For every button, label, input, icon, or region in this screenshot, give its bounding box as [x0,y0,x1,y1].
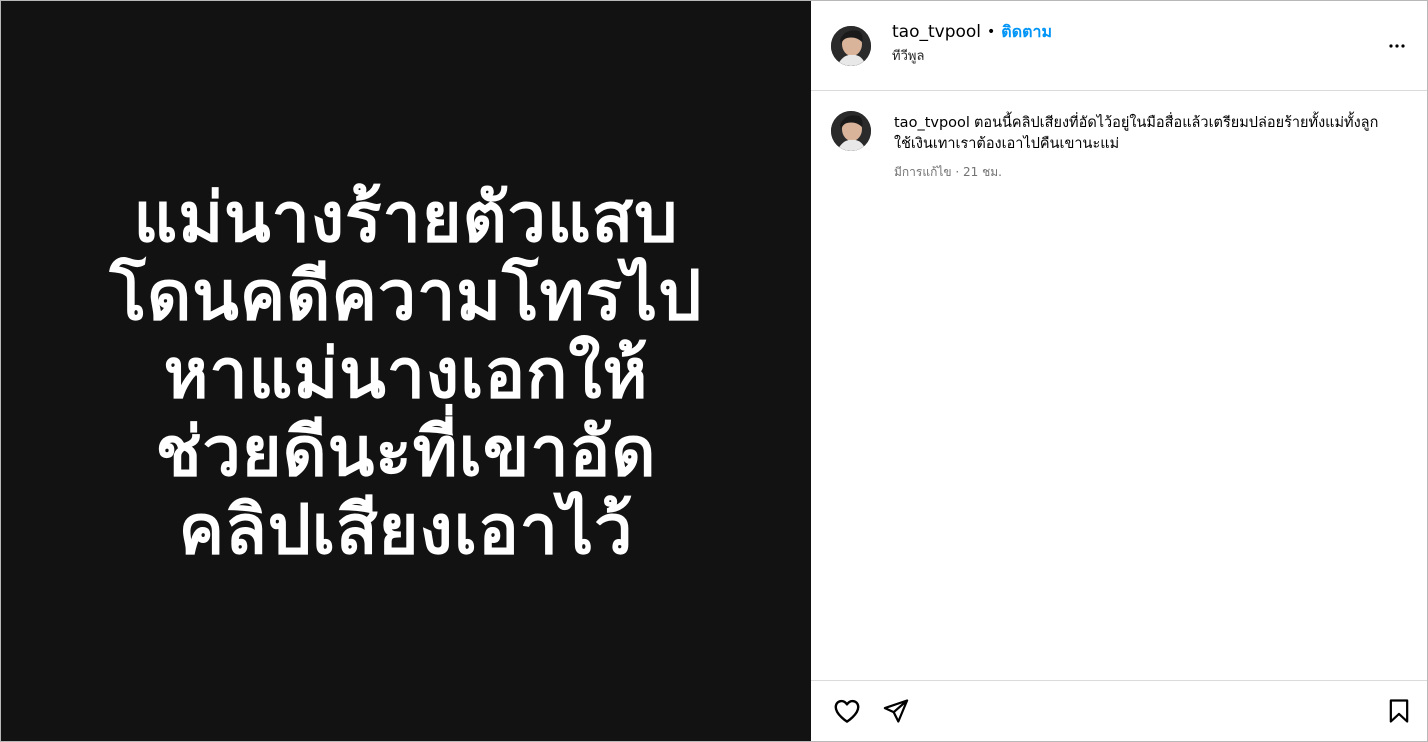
share-button[interactable] [880,695,912,727]
header-info: tao_tvpool • ติดตาม ทีวีพูล [892,21,1052,66]
post-viewer: แม่นางร้ายตัวแสบ โดนคดีความโทรไป หาแม่นา… [0,0,1428,742]
more-options-button[interactable] [1385,34,1409,58]
media-text-line: โดนคดีความโทรไป [109,257,703,336]
caption: tao_tvpool ตอนนี้คลิปเสียงที่อัดไว้อยู่ใน… [831,111,1409,182]
media-text-line: คลิปเสียงเอาไว้ [178,491,634,570]
media-text-line: แม่นางร้ายตัวแสบ [133,179,679,258]
bookmark-icon [1389,699,1409,723]
more-horizontal-icon [1389,43,1405,48]
username-link[interactable]: tao_tvpool [892,21,981,43]
save-button[interactable] [1383,695,1415,727]
media-text-line: ช่วยดีนะที่เขาอัด [155,413,657,492]
like-button[interactable] [831,695,863,727]
post-side-panel: tao_tvpool • ติดตาม ทีวีพูล tao_tvpool ต… [811,1,1427,741]
post-header: tao_tvpool • ติดตาม ทีวีพูล [811,1,1427,91]
account-subtitle: ทีวีพูล [892,49,925,64]
avatar[interactable] [831,111,871,151]
avatar[interactable] [831,25,871,66]
heart-icon [834,699,860,723]
media-text: แม่นางร้ายตัวแสบ โดนคดีความโทรไป หาแม่นา… [110,181,703,569]
comments-section: tao_tvpool ตอนนี้คลิปเสียงที่อัดไว้อยู่ใน… [811,91,1427,680]
action-bar [811,680,1427,741]
caption-username[interactable]: tao_tvpool [894,115,970,131]
separator-dot: • [987,24,996,40]
caption-meta: มีการแก้ไข · 21 ชม. [894,165,1002,179]
follow-button[interactable]: ติดตาม [1001,21,1052,43]
caption-text: tao_tvpool ตอนนี้คลิปเสียงที่อัดไว้อยู่ใน… [894,113,1394,155]
media-text-line: หาแม่นางเอกให้ [163,335,649,414]
post-media[interactable]: แม่นางร้ายตัวแสบ โดนคดีความโทรไป หาแม่นา… [1,1,811,741]
send-icon [883,699,909,723]
